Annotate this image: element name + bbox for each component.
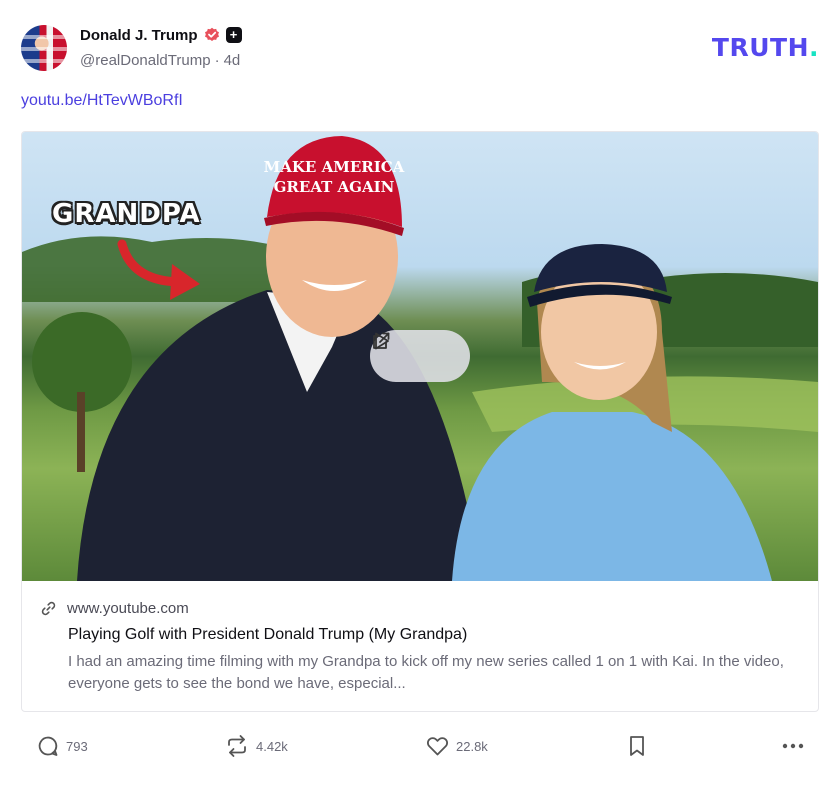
author-handle[interactable]: @realDonaldTrump — [80, 52, 211, 69]
more-dots-icon — [782, 743, 804, 749]
meta-separator: · — [214, 52, 220, 69]
link-preview-card[interactable]: MAKE AMERICA GREAT AGAIN GRANDPA www.you… — [21, 131, 819, 712]
card-description: I had an amazing time filming with my Gr… — [68, 653, 784, 692]
heart-icon — [427, 737, 448, 756]
truth-logo-text: TRUTH — [711, 33, 809, 62]
truth-logo: TRUTH. — [712, 33, 819, 62]
card-title[interactable]: Playing Golf with President Donald Trump… — [68, 626, 467, 644]
retruth-button[interactable]: 4.42k — [224, 730, 288, 762]
retruth-count: 4.42k — [256, 738, 288, 754]
cap-text-line-1: MAKE AMERICA — [264, 158, 405, 176]
bookmark-icon — [630, 736, 644, 756]
author-display-name[interactable]: Donald J. Trump — [80, 27, 198, 44]
external-link-icon[interactable] — [370, 330, 392, 352]
like-count: 22.8k — [456, 738, 488, 754]
media-controls — [370, 330, 470, 382]
avatar[interactable] — [21, 25, 67, 71]
reply-button[interactable]: 793 — [36, 730, 88, 762]
author-meta: @realDonaldTrump · 4d — [80, 52, 240, 69]
like-button[interactable]: 22.8k — [425, 730, 488, 762]
post-link[interactable]: youtu.be/HtTevWBoRfI — [21, 92, 183, 110]
reply-count: 793 — [66, 738, 88, 754]
comment-bubble-icon — [38, 736, 58, 756]
link-chain-icon — [41, 601, 56, 616]
more-options-button[interactable] — [780, 730, 806, 762]
truth-logo-dot: . — [809, 33, 819, 62]
cap-text-line-2: GREAT AGAIN — [274, 178, 395, 196]
plus-badge-icon: + — [225, 27, 242, 43]
thumbnail-overlay-text: GRANDPA — [52, 199, 201, 229]
video-thumbnail[interactable]: MAKE AMERICA GREAT AGAIN GRANDPA — [22, 132, 818, 581]
post-header: Donald J. Trump + @realDonaldTrump · 4d … — [0, 0, 840, 80]
verified-badge-icon — [204, 27, 219, 41]
post-action-bar: 793 4.42k 22.8k — [0, 730, 840, 762]
card-body[interactable]: www.youtube.com Playing Golf with Presid… — [22, 581, 818, 711]
card-domain: www.youtube.com — [67, 600, 189, 617]
post-age[interactable]: 4d — [224, 52, 241, 69]
author-name-row: Donald J. Trump + — [80, 25, 242, 45]
card-domain-row: www.youtube.com — [40, 600, 189, 617]
bookmark-button[interactable] — [626, 730, 648, 762]
repost-arrows-icon — [228, 735, 246, 757]
